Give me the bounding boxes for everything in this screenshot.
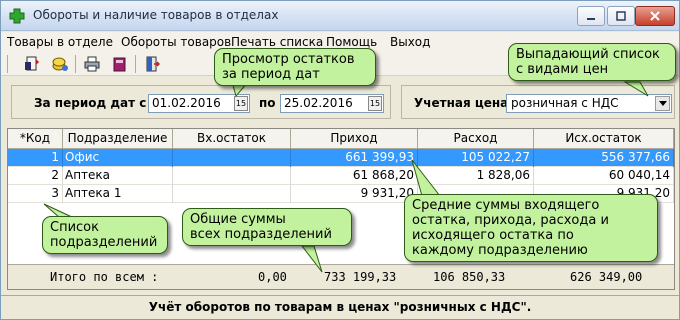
col-closing[interactable]: Исх.остаток: [534, 129, 674, 149]
printer-icon[interactable]: [81, 53, 103, 75]
price-type-panel: Учетная цена розничная с НДС: [401, 85, 675, 119]
menu-goods-in-dept[interactable]: Товары в отделе: [7, 35, 113, 49]
menu-print-list[interactable]: Печать списка: [231, 35, 323, 49]
price-label: Учетная цена: [414, 96, 509, 110]
table-row[interactable]: 2 Аптека 61 868,20 1 828,06 60 040,14: [8, 167, 674, 185]
col-department[interactable]: Подразделение: [63, 129, 173, 149]
date-to-value: 25.02.2016: [284, 96, 353, 110]
row-code: 1: [8, 149, 63, 167]
row-department: Аптека 1: [63, 185, 173, 203]
exit-door-icon[interactable]: [141, 53, 163, 75]
col-income[interactable]: Приход: [291, 129, 418, 149]
minimize-button[interactable]: [577, 6, 605, 26]
calendar-icon[interactable]: 15: [234, 96, 248, 111]
window-title: Обороты и наличие товаров в отделах: [33, 8, 279, 22]
row-opening: [173, 185, 291, 203]
price-type-value: розничная с НДС: [511, 96, 619, 110]
to-label: по: [259, 96, 276, 110]
callout-departments: Список подразделений: [42, 216, 168, 254]
row-closing: 556 377,66: [534, 149, 674, 167]
coins-icon[interactable]: [49, 53, 71, 75]
table-row[interactable]: 1 Офис 661 399,93 105 022,27 556 377,66: [8, 149, 674, 167]
toolbar-separator: [7, 55, 8, 73]
menu-help[interactable]: Помощь: [326, 35, 377, 49]
row-expense: 105 022,27: [418, 149, 534, 167]
total-income: 733 199,33: [324, 270, 397, 284]
col-code[interactable]: *Код: [8, 129, 63, 149]
callout-totals: Общие суммы всех подразделений: [182, 208, 352, 246]
close-icon: [650, 11, 660, 21]
row-code: 2: [8, 167, 63, 185]
total-closing: 626 349,00: [570, 270, 643, 284]
row-department: Аптека: [63, 167, 173, 185]
row-expense: 1 828,06: [418, 167, 534, 185]
book-icon[interactable]: [109, 53, 131, 75]
period-label: За период дат с: [34, 96, 147, 110]
row-opening: [173, 149, 291, 167]
maximize-button[interactable]: [607, 6, 635, 26]
date-from-field[interactable]: 01.02.2016 15: [148, 94, 250, 113]
callout-price-list: Выпадающий список с видами цен: [508, 43, 676, 81]
row-income: 9 931,20: [291, 185, 418, 203]
status-bar: Учёт оборотов по товарам в ценах "рознич…: [1, 295, 679, 319]
row-code: 3: [8, 185, 63, 203]
calendar-icon[interactable]: 15: [368, 96, 382, 111]
app-cross-icon: [9, 8, 25, 24]
row-income: 661 399,93: [291, 149, 418, 167]
col-opening[interactable]: Вх.остаток: [173, 129, 291, 149]
chevron-down-icon[interactable]: [655, 96, 670, 111]
total-opening: 0,00: [258, 270, 287, 284]
grid-header: *Код Подразделение Вх.остаток Приход Рас…: [8, 129, 674, 149]
menu-goods-turnover[interactable]: Обороты товаров: [121, 35, 231, 49]
callout-period: Просмотр остатков за период дат: [214, 48, 376, 86]
price-type-select[interactable]: розничная с НДС: [506, 94, 672, 113]
minimize-icon: [587, 18, 595, 20]
totals-row: Итого по всем : 0,00 733 199,33 106 850,…: [8, 264, 674, 289]
date-to-field[interactable]: 25.02.2016 15: [280, 94, 384, 113]
total-expense: 106 850,33: [433, 270, 506, 284]
totals-label: Итого по всем :: [50, 270, 159, 284]
callout-averages: Средние суммы входящего остатка, прихода…: [404, 194, 658, 262]
close-button[interactable]: [635, 6, 675, 26]
title-bar[interactable]: Обороты и наличие товаров в отделах: [1, 1, 679, 31]
row-income: 61 868,20: [291, 167, 418, 185]
period-filter-panel: За период дат с 01.02.2016 15 по 25.02.2…: [11, 85, 391, 119]
row-department: Офис: [63, 149, 173, 167]
row-closing: 60 040,14: [534, 167, 674, 185]
menu-exit[interactable]: Выход: [390, 35, 430, 49]
col-expense[interactable]: Расход: [418, 129, 534, 149]
date-from-value: 01.02.2016: [152, 96, 221, 110]
toolbar-separator: [135, 55, 136, 73]
maximize-icon: [616, 11, 626, 21]
document-add-icon[interactable]: [21, 53, 43, 75]
toolbar-separator: [75, 55, 76, 73]
row-opening: [173, 167, 291, 185]
